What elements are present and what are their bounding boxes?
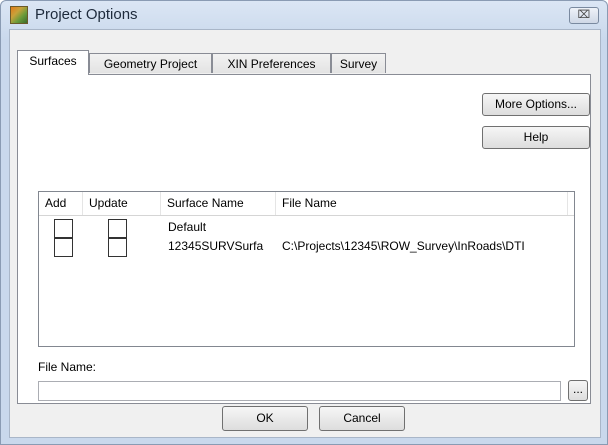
column-header-surface-name[interactable]: Surface Name — [161, 192, 276, 215]
surfaces-tab-panel: More Options... Help Add Update Surface … — [17, 74, 591, 404]
surfaces-list[interactable]: Add Update Surface Name File Name Defaul… — [38, 191, 575, 347]
file-name-label: File Name: — [38, 360, 97, 374]
tab-geometry-project[interactable]: Geometry Project — [89, 53, 212, 73]
close-button[interactable]: ⌧ — [569, 7, 599, 24]
file-name-field[interactable] — [38, 381, 561, 401]
title-bar[interactable]: Project Options ⌧ — [1, 1, 607, 29]
column-header-file-name[interactable]: File Name — [276, 192, 568, 215]
update-checkbox-row-2[interactable] — [108, 238, 127, 257]
tab-surfaces[interactable]: Surfaces — [17, 50, 89, 75]
surface-name-row-2: 12345SURVSurfa — [168, 239, 264, 253]
update-checkbox-row-1[interactable] — [108, 219, 127, 238]
surface-name-row-1: Default — [168, 220, 207, 234]
list-header: Add Update Surface Name File Name — [39, 192, 574, 216]
dialog-title: Project Options — [35, 6, 138, 23]
ok-button[interactable]: OK — [222, 406, 308, 431]
browse-button[interactable]: ... — [568, 380, 588, 401]
close-icon: ⌧ — [577, 9, 591, 21]
add-checkbox-row-1[interactable] — [54, 219, 73, 238]
inroads-app-icon — [10, 6, 28, 24]
tab-xin-preferences[interactable]: XIN Preferences — [212, 53, 331, 73]
more-options-button[interactable]: More Options... — [482, 93, 590, 116]
help-button[interactable]: Help — [482, 126, 590, 149]
column-header-add[interactable]: Add — [39, 192, 83, 215]
cancel-button[interactable]: Cancel — [319, 406, 405, 431]
file-name-row-2: C:\Projects\12345\ROW_Survey\InRoads\DTI — [282, 239, 525, 253]
project-options-dialog: Project Options ⌧ Surfaces Geometry Proj… — [0, 0, 608, 445]
dialog-client-area: Surfaces Geometry Project XIN Preference… — [9, 29, 601, 438]
tab-survey[interactable]: Survey — [331, 53, 386, 73]
add-checkbox-row-2[interactable] — [54, 238, 73, 257]
column-header-update[interactable]: Update — [83, 192, 161, 215]
